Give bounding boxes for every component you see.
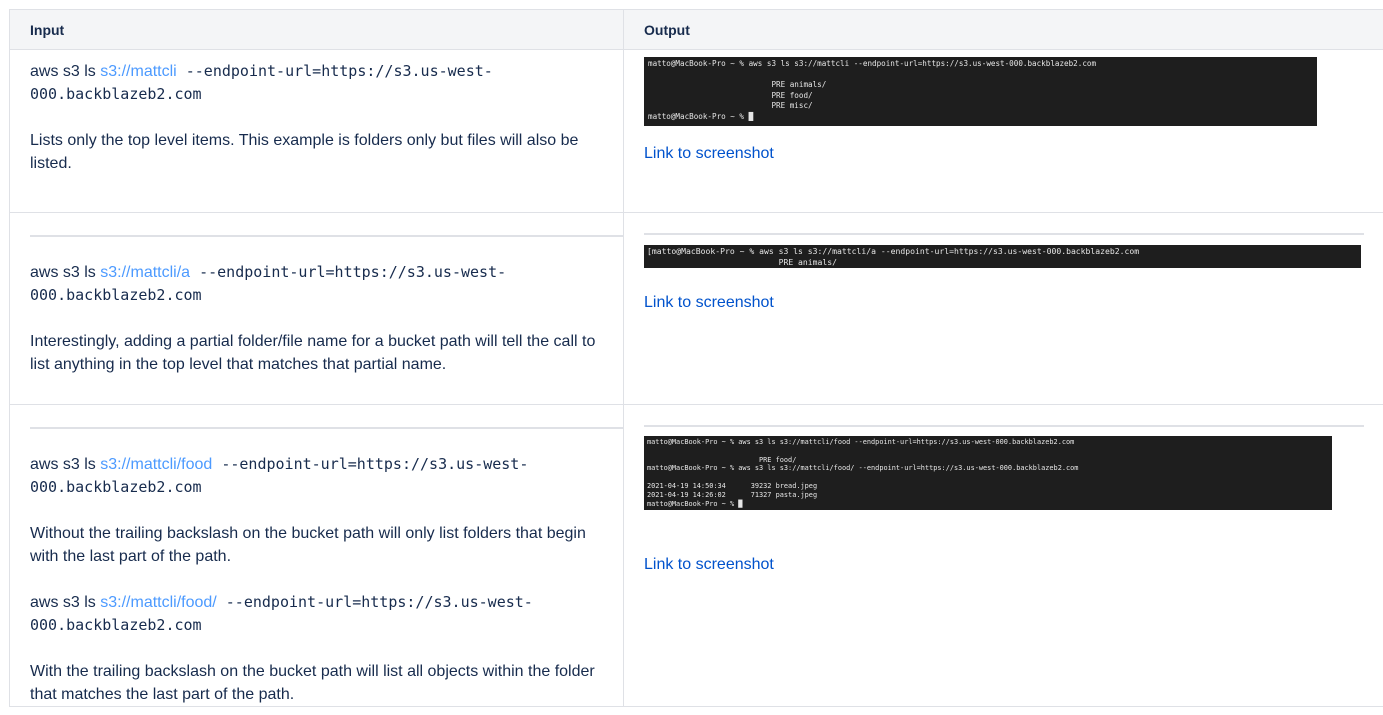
output-cell: [matto@MacBook-Pro ~ % aws s3 ls s3://ma… bbox=[623, 212, 1383, 405]
terminal-screenshot: matto@MacBook-Pro ~ % aws s3 ls s3://mat… bbox=[644, 57, 1317, 126]
table-row: aws s3 ls s3://mattcli/food --endpoint-u… bbox=[9, 404, 1383, 707]
command-prefix: aws s3 ls bbox=[30, 594, 101, 611]
terminal-line: 2021-04-19 14:50:34 39232 bread.jpeg bbox=[647, 481, 818, 490]
table-row: aws s3 ls s3://mattcli --endpoint-url=ht… bbox=[9, 49, 1383, 213]
divider bbox=[30, 427, 624, 429]
bucket-link[interactable]: s3://mattcli/food/ bbox=[100, 594, 217, 611]
bucket-link[interactable]: s3://mattcli/food bbox=[100, 456, 212, 473]
terminal-line: [matto@MacBook-Pro ~ % aws s3 ls s3://ma… bbox=[647, 246, 1140, 256]
terminal-line: PRE animals/ bbox=[648, 80, 827, 90]
command-table: Input Output aws s3 ls s3://mattcli --en… bbox=[9, 9, 1383, 707]
terminal-line: PRE food/ bbox=[648, 90, 813, 100]
command-line: aws s3 ls s3://mattcli/food/ --endpoint-… bbox=[30, 591, 623, 637]
divider bbox=[644, 233, 1364, 235]
command-prefix: aws s3 ls bbox=[30, 264, 101, 281]
divider bbox=[644, 425, 1364, 427]
terminal-line: matto@MacBook-Pro ~ % aws s3 ls s3://mat… bbox=[648, 59, 1097, 68]
terminal-line: PRE animals/ bbox=[647, 256, 838, 267]
terminal-line: matto@MacBook-Pro ~ % aws s3 ls s3://mat… bbox=[647, 438, 1075, 446]
description-text: Interestingly, adding a partial folder/f… bbox=[30, 333, 596, 373]
input-cell: aws s3 ls s3://mattcli/food --endpoint-u… bbox=[9, 404, 624, 707]
input-column-header: Input bbox=[9, 9, 624, 50]
divider bbox=[30, 235, 624, 237]
command-line: aws s3 ls s3://mattcli --endpoint-url=ht… bbox=[30, 60, 623, 106]
terminal-line: 2021-04-19 14:26:02 71327 pasta.jpeg bbox=[647, 490, 818, 499]
terminal-line: matto@MacBook-Pro ~ % █ bbox=[648, 111, 754, 121]
description-text: Without the trailing backslash on the bu… bbox=[30, 525, 586, 565]
command-line: aws s3 ls s3://mattcli/a --endpoint-url=… bbox=[30, 261, 623, 307]
terminal-line: matto@MacBook-Pro ~ % █ bbox=[647, 499, 743, 508]
terminal-screenshot: [matto@MacBook-Pro ~ % aws s3 ls s3://ma… bbox=[644, 245, 1361, 268]
output-cell: matto@MacBook-Pro ~ % aws s3 ls s3://mat… bbox=[623, 49, 1383, 213]
description-text: With the trailing backslash on the bucke… bbox=[30, 663, 595, 703]
terminal-screenshot: matto@MacBook-Pro ~ % aws s3 ls s3://mat… bbox=[644, 436, 1332, 510]
bucket-link[interactable]: s3://mattcli bbox=[100, 63, 176, 80]
terminal-line: PRE food/ bbox=[647, 455, 797, 464]
screenshot-link[interactable]: Link to screenshot bbox=[644, 556, 774, 573]
terminal-line: PRE misc/ bbox=[648, 101, 813, 111]
description-text: Lists only the top level items. This exa… bbox=[30, 132, 579, 172]
input-cell: aws s3 ls s3://mattcli --endpoint-url=ht… bbox=[9, 49, 624, 213]
terminal-line: matto@MacBook-Pro ~ % aws s3 ls s3://mat… bbox=[647, 464, 1079, 473]
screenshot-link[interactable]: Link to screenshot bbox=[644, 145, 774, 162]
input-cell: aws s3 ls s3://mattcli/a --endpoint-url=… bbox=[9, 212, 624, 405]
table-header-row: Input Output bbox=[9, 9, 1383, 50]
screenshot-link[interactable]: Link to screenshot bbox=[644, 294, 774, 311]
bucket-link[interactable]: s3://mattcli/a bbox=[100, 264, 190, 281]
table-row: aws s3 ls s3://mattcli/a --endpoint-url=… bbox=[9, 212, 1383, 405]
command-line: aws s3 ls s3://mattcli/food --endpoint-u… bbox=[30, 453, 623, 499]
command-prefix: aws s3 ls bbox=[30, 456, 101, 473]
output-cell: matto@MacBook-Pro ~ % aws s3 ls s3://mat… bbox=[623, 404, 1383, 707]
output-column-header: Output bbox=[623, 9, 1383, 50]
command-prefix: aws s3 ls bbox=[30, 63, 101, 80]
